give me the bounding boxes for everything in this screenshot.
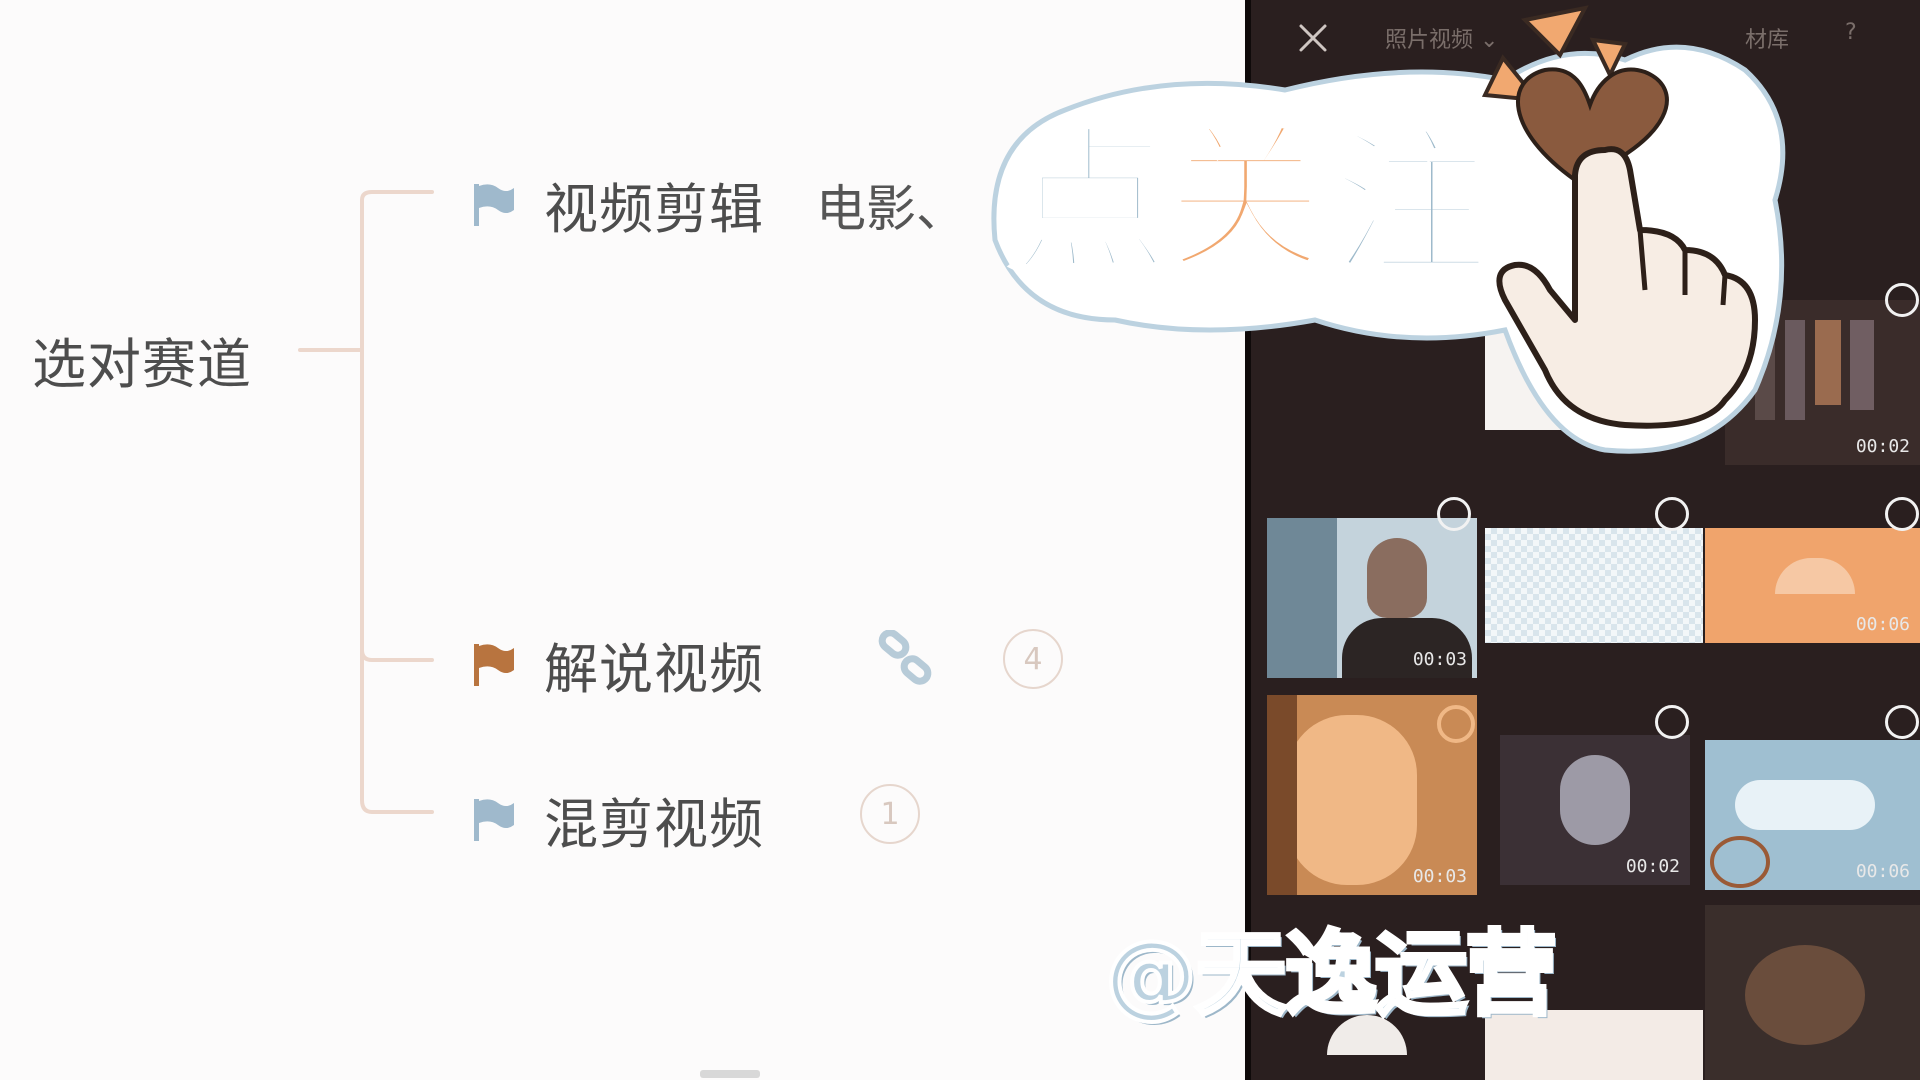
branch-note: 电影、 bbox=[816, 179, 966, 238]
branch-mashup-video[interactable]: 混剪视频 bbox=[470, 780, 764, 859]
annotation-circle bbox=[1710, 836, 1770, 888]
duration-label: 00:06 bbox=[1855, 861, 1910, 882]
branch-label: 混剪视频 bbox=[544, 793, 764, 856]
scroll-handle[interactable] bbox=[700, 1070, 760, 1078]
root-node[interactable]: 选对赛道 bbox=[32, 320, 252, 399]
branch-commentary-video[interactable]: 解说视频 bbox=[470, 625, 764, 704]
link-icon[interactable] bbox=[875, 630, 935, 690]
dropdown-label: 照片视频 bbox=[1385, 28, 1474, 53]
duration-label: 00:03 bbox=[1412, 866, 1467, 887]
media-type-dropdown[interactable]: 照片视频 ⌄ bbox=[1385, 22, 1498, 54]
media-thumbnail[interactable]: 00:03 bbox=[1267, 518, 1477, 678]
close-icon[interactable] bbox=[1295, 20, 1331, 56]
branch-label: 解说视频 bbox=[544, 638, 764, 701]
duration-label: 00:06 bbox=[1855, 614, 1910, 635]
mind-map: 选对赛道 视频剪辑 电影、 解说视频 4 混剪视频 1 bbox=[0, 0, 1245, 1080]
help-icon[interactable]: ? bbox=[1845, 20, 1857, 45]
media-thumbnail[interactable]: 00:02 bbox=[1725, 300, 1920, 465]
media-thumbnail[interactable]: 00:06 bbox=[1705, 528, 1920, 643]
duration-label: 00:03 bbox=[1412, 649, 1467, 670]
mind-map-connectors bbox=[298, 190, 434, 814]
select-circle[interactable] bbox=[1885, 283, 1919, 317]
select-circle[interactable] bbox=[1655, 705, 1689, 739]
flag-icon bbox=[474, 183, 514, 226]
media-thumbnail[interactable]: 00:02 bbox=[1500, 735, 1690, 885]
count-badge[interactable]: 1 bbox=[860, 784, 920, 844]
select-circle[interactable] bbox=[1885, 497, 1919, 531]
media-thumbnail[interactable]: 00:03 bbox=[1267, 695, 1477, 895]
media-thumbnail[interactable]: 00:06 bbox=[1705, 740, 1920, 890]
media-thumbnail[interactable] bbox=[1705, 905, 1920, 1080]
duration-label: 00:02 bbox=[1855, 436, 1910, 457]
material-library-tab[interactable]: 材库 bbox=[1745, 22, 1789, 54]
branch-video-editing[interactable]: 视频剪辑 电影、 bbox=[470, 165, 966, 244]
watermark: @天逸运营 bbox=[1103, 919, 1559, 1030]
duration-label: 00:02 bbox=[1625, 856, 1680, 877]
flag-icon bbox=[474, 643, 514, 686]
count-badge[interactable]: 4 bbox=[1003, 629, 1063, 689]
media-thumbnail[interactable] bbox=[1485, 528, 1703, 643]
chevron-down-icon: ⌄ bbox=[1480, 28, 1499, 53]
select-circle[interactable] bbox=[1655, 497, 1689, 531]
flag-icon bbox=[474, 798, 514, 841]
select-circle[interactable] bbox=[1885, 705, 1919, 739]
select-circle[interactable] bbox=[1437, 497, 1471, 531]
media-thumbnail[interactable] bbox=[1485, 310, 1717, 430]
branch-label: 视频剪辑 bbox=[544, 178, 764, 241]
